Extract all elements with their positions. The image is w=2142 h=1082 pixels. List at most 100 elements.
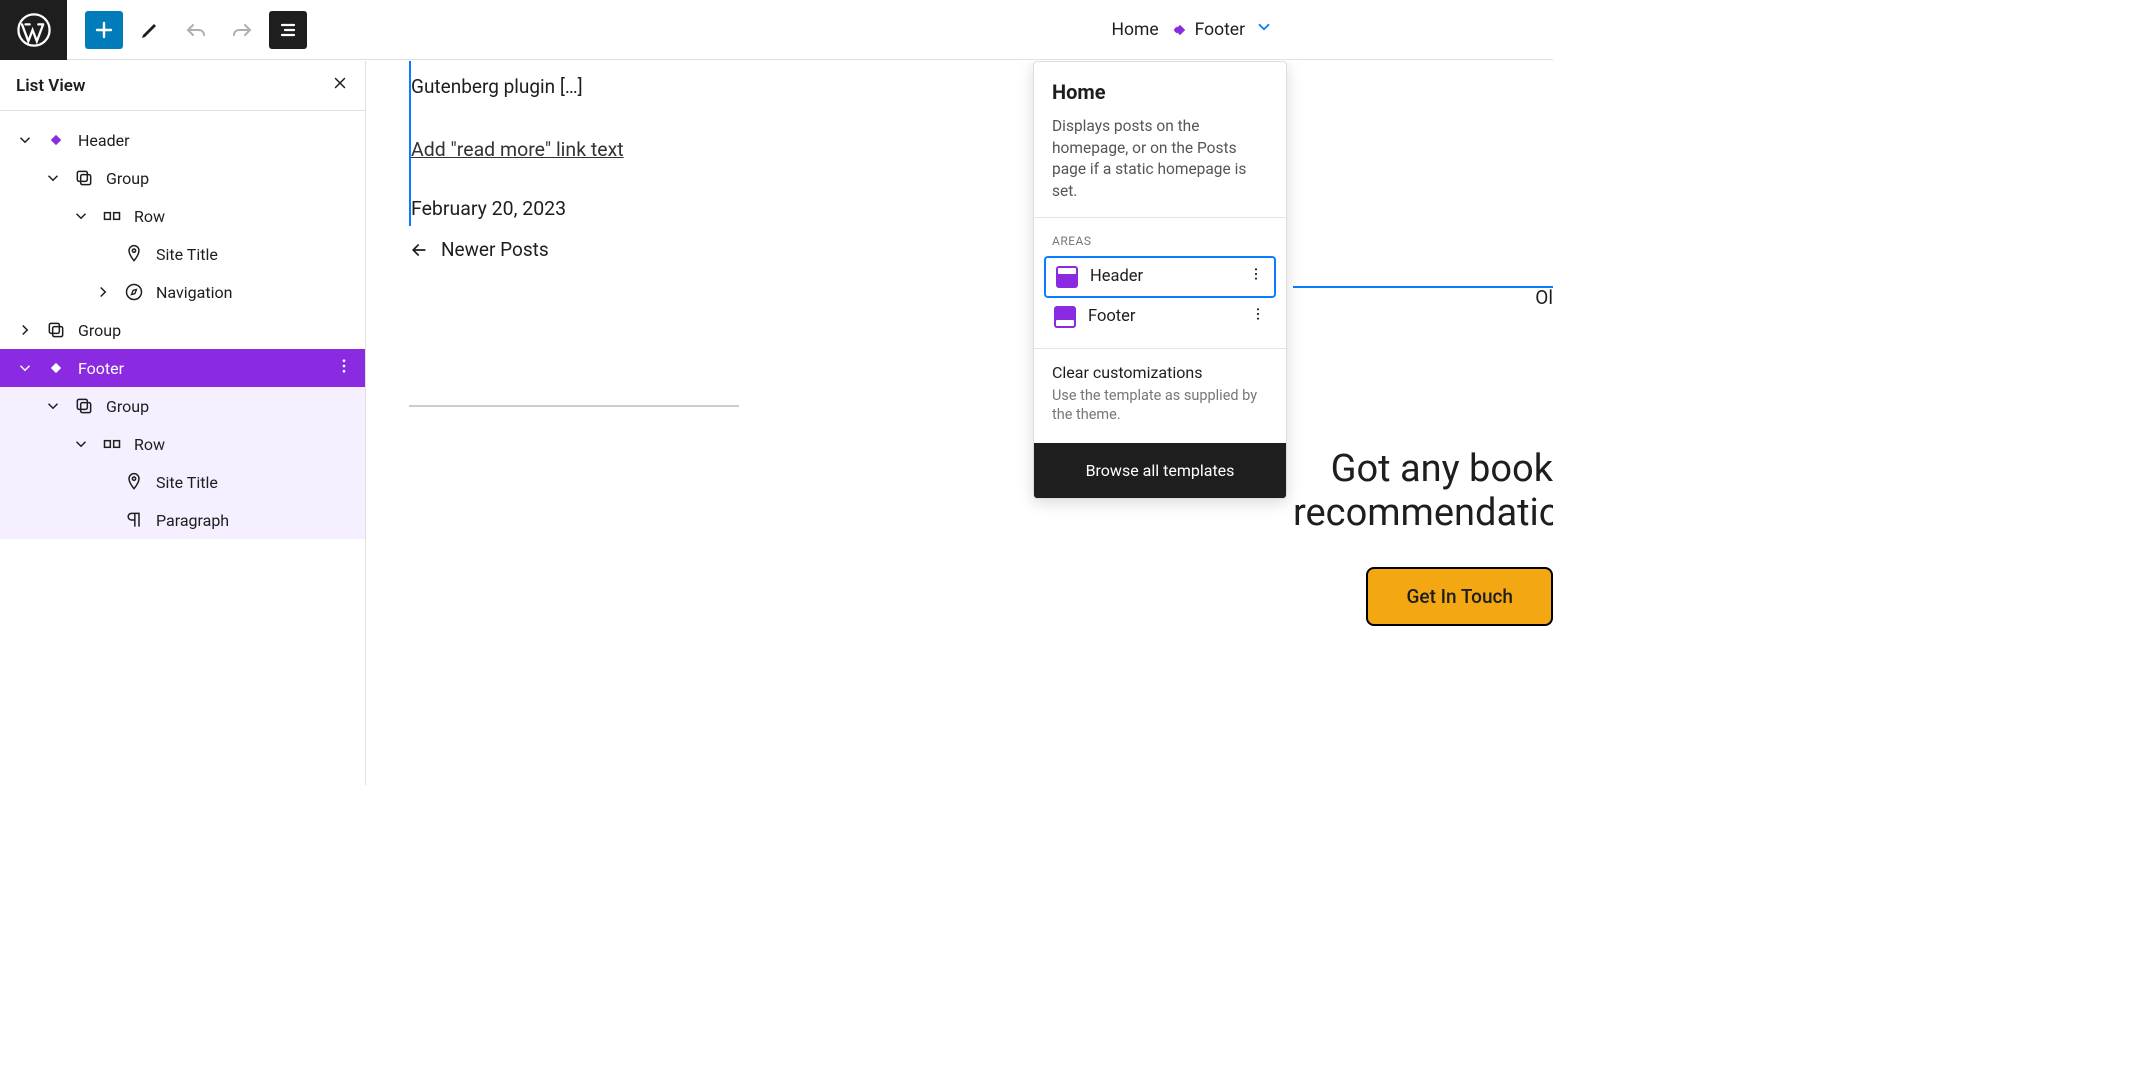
tree-label: Group [78, 321, 121, 340]
tree-item-header[interactable]: Header [0, 121, 365, 159]
tree-item-group[interactable]: Group [0, 311, 365, 349]
tree-label: Group [106, 397, 149, 416]
area-item-header[interactable]: Header [1044, 256, 1276, 298]
tree-item-site-title[interactable]: Site Title [0, 463, 365, 501]
read-more-link[interactable]: Add "read more" link text [411, 138, 624, 161]
chevron-down-icon[interactable] [44, 396, 62, 416]
chevron-right-icon[interactable] [94, 282, 112, 302]
pencil-icon [138, 18, 162, 42]
areas-label: AREAS [1044, 230, 1276, 256]
close-panel-button[interactable] [331, 73, 349, 98]
tree-label: Site Title [156, 473, 218, 492]
block-tree: Header Group Row Site Title Navigation G… [0, 111, 365, 539]
pin-icon [122, 244, 146, 264]
footer-area-icon [1054, 306, 1076, 328]
breadcrumb-current[interactable]: Footer [1169, 19, 1245, 41]
close-icon [331, 74, 349, 92]
browse-templates-button[interactable]: Browse all templates [1034, 443, 1286, 498]
chevron-down-icon[interactable] [72, 206, 90, 226]
edit-tool-button[interactable] [131, 11, 169, 49]
more-options-button[interactable] [335, 357, 353, 379]
template-part-icon [44, 129, 68, 151]
chevron-down-icon[interactable] [16, 358, 34, 378]
chevron-down-icon [1255, 18, 1273, 36]
row-icon [100, 206, 124, 226]
chevron-right-icon[interactable] [16, 320, 34, 340]
breadcrumb-dropdown[interactable] [1255, 18, 1273, 41]
tree-label: Row [134, 207, 165, 226]
template-popover: Home Displays posts on the homepage, or … [1033, 61, 1287, 499]
tool-group [67, 11, 307, 49]
list-icon [276, 18, 300, 42]
tree-item-site-title[interactable]: Site Title [0, 235, 365, 273]
post-date: February 20, 2023 [411, 197, 739, 226]
panel-header: List View [0, 61, 365, 111]
tree-item-row[interactable]: Row [0, 197, 365, 235]
template-part-icon [44, 357, 68, 379]
redo-button[interactable] [223, 11, 261, 49]
tree-item-group[interactable]: Group [0, 159, 365, 197]
template-part-icon [1169, 19, 1191, 41]
tree-label: Header [78, 131, 130, 150]
tree-label: Group [106, 169, 149, 188]
clear-description: Use the template as supplied by the them… [1052, 386, 1268, 425]
group-icon [72, 396, 96, 416]
document-overview-button[interactable] [269, 11, 307, 49]
clear-customizations[interactable]: Clear customizations Use the template as… [1034, 348, 1286, 443]
tree-label: Footer [78, 359, 124, 378]
tree-item-group[interactable]: Group [0, 387, 365, 425]
tree-item-navigation[interactable]: Navigation [0, 273, 365, 311]
newer-posts-link[interactable]: Newer Posts [409, 238, 1553, 261]
breadcrumb: Home Footer [1112, 18, 1553, 41]
newer-posts-label: Newer Posts [441, 238, 549, 261]
header-area-icon [1056, 266, 1078, 288]
chevron-down-icon[interactable] [72, 434, 90, 454]
area-label: Footer [1088, 307, 1136, 326]
tree-label: Paragraph [156, 511, 229, 530]
editor-canvas: Gutenberg plugin […] Add "read more" lin… [367, 61, 1553, 785]
footer-heading-line2: recommendation [1293, 492, 1553, 536]
panel-title: List View [16, 76, 85, 96]
compass-icon [122, 282, 146, 302]
wordpress-icon [17, 13, 51, 47]
tree-item-row[interactable]: Row [0, 425, 365, 463]
areas-section: AREAS Header Footer [1034, 217, 1286, 348]
popover-title: Home [1052, 80, 1268, 104]
post-block[interactable]: Gutenberg plugin […] Add "read more" lin… [409, 61, 739, 226]
more-vertical-icon [1248, 266, 1264, 282]
tree-label: Site Title [156, 245, 218, 264]
more-vertical-icon [1250, 306, 1266, 322]
divider [409, 405, 739, 407]
area-item-footer[interactable]: Footer [1044, 298, 1276, 336]
popover-description: Displays posts on the homepage, or on th… [1052, 116, 1268, 203]
post-title: Gutenberg plugin […] [411, 61, 739, 98]
plus-icon [92, 18, 116, 42]
cta-button[interactable]: Get In Touch [1366, 567, 1553, 626]
pin-icon [122, 472, 146, 492]
area-label: Header [1090, 267, 1143, 286]
more-vertical-icon [335, 357, 353, 375]
paragraph-icon [122, 510, 146, 530]
top-toolbar: Home Footer [0, 0, 1553, 60]
wp-logo[interactable] [0, 0, 67, 60]
breadcrumb-home[interactable]: Home [1112, 20, 1159, 40]
add-block-button[interactable] [85, 11, 123, 49]
chevron-down-icon[interactable] [16, 130, 34, 150]
clear-title: Clear customizations [1052, 363, 1268, 382]
tree-item-footer[interactable]: Footer [0, 349, 365, 387]
undo-icon [184, 18, 208, 42]
tree-label: Row [134, 435, 165, 454]
undo-button[interactable] [177, 11, 215, 49]
footer-heading-line1: Got any book [1293, 448, 1553, 492]
chevron-down-icon[interactable] [44, 168, 62, 188]
area-more-button[interactable] [1250, 306, 1266, 327]
list-view-panel: List View Header Group Row Site Title N [0, 61, 366, 785]
tree-item-paragraph[interactable]: Paragraph [0, 501, 365, 539]
tree-label: Navigation [156, 283, 232, 302]
breadcrumb-current-label: Footer [1195, 20, 1245, 40]
area-more-button[interactable] [1248, 266, 1264, 287]
arrow-left-icon [409, 240, 429, 260]
redo-icon [230, 18, 254, 42]
popover-header: Home Displays posts on the homepage, or … [1034, 62, 1286, 217]
footer-preview[interactable]: Got any book recommendation Get In Touch [1293, 286, 1553, 626]
